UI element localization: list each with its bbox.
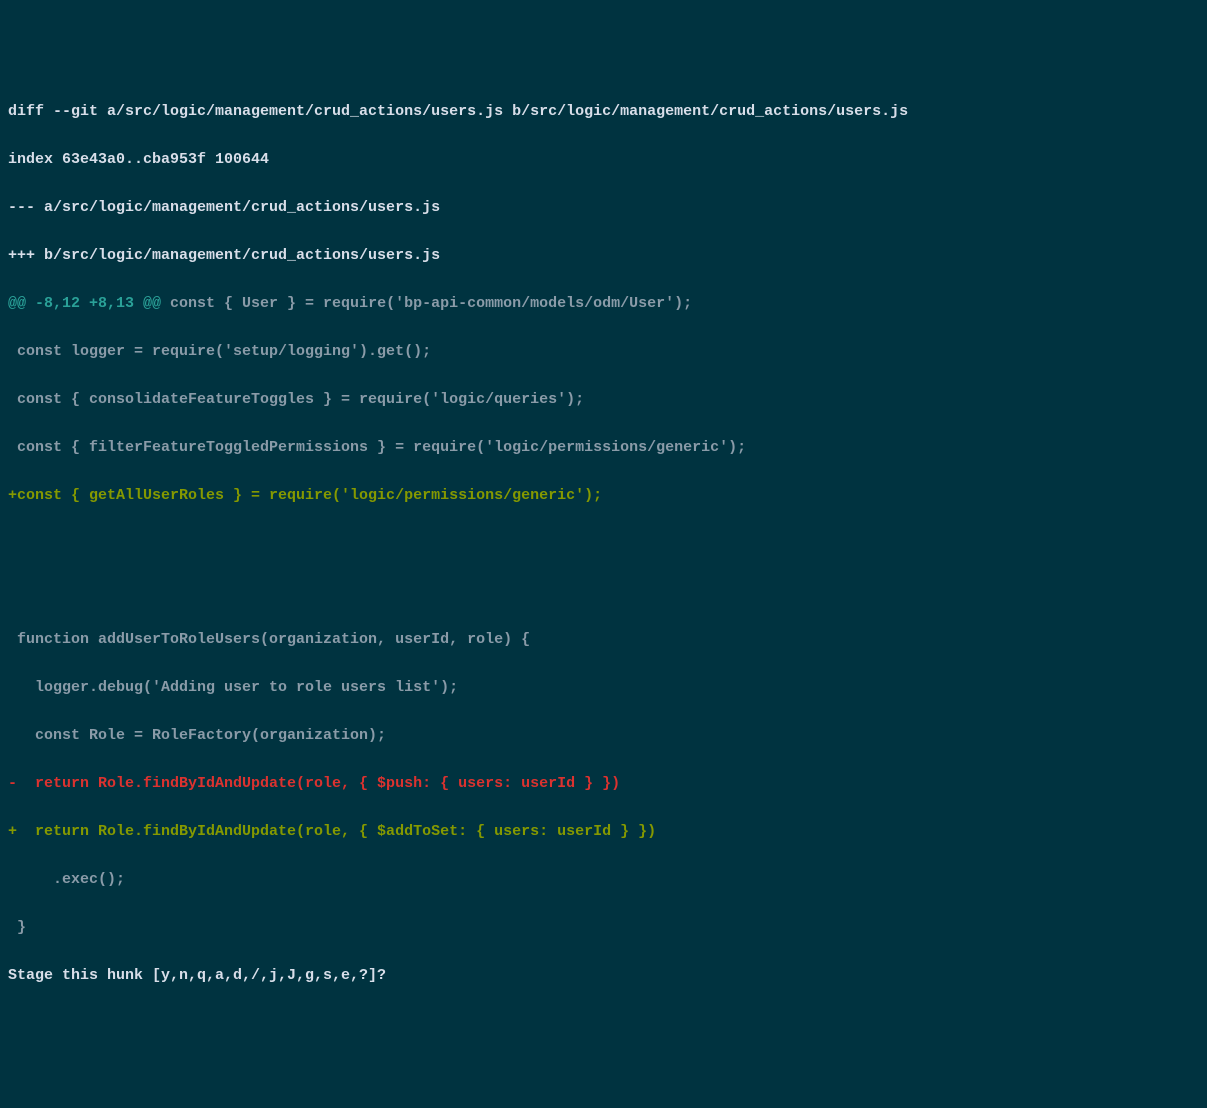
hunk-context: const { User } = require('bp-api-common/… [161, 295, 692, 312]
diff-context-line: const Role = RoleFactory(organization); [8, 724, 1199, 748]
diff-added-line: + return Role.findByIdAndUpdate(role, { … [8, 820, 1199, 844]
diff-context-line: function addUserToRoleUsers(organization… [8, 628, 1199, 652]
diff-context-line: const { filterFeatureToggledPermissions … [8, 436, 1199, 460]
diff-file-a: --- a/src/logic/management/crud_actions/… [8, 196, 1199, 220]
diff-context-line: const logger = require('setup/logging').… [8, 340, 1199, 364]
diff-header-line: diff --git a/src/logic/management/crud_a… [8, 100, 1199, 124]
diff-added-line: +const { getAllUserRoles } = require('lo… [8, 484, 1199, 508]
diff-context-line: .exec(); [8, 868, 1199, 892]
stage-hunk-prompt[interactable]: Stage this hunk [y,n,q,a,d,/,j,J,g,s,e,?… [8, 964, 1199, 988]
diff-context-line: const { consolidateFeatureToggles } = re… [8, 388, 1199, 412]
hunk-marker: @@ -8,12 +8,13 @@ [8, 295, 161, 312]
diff-removed-line: - return Role.findByIdAndUpdate(role, { … [8, 772, 1199, 796]
diff-index-line: index 63e43a0..cba953f 100644 [8, 148, 1199, 172]
diff-hunk-header: @@ -8,12 +8,13 @@ const { User } = requi… [8, 292, 1199, 316]
diff-blank-line [8, 580, 1199, 604]
diff-context-line: logger.debug('Adding user to role users … [8, 676, 1199, 700]
diff-context-line: } [8, 916, 1199, 940]
diff-file-b: +++ b/src/logic/management/crud_actions/… [8, 244, 1199, 268]
diff-blank-line [8, 532, 1199, 556]
